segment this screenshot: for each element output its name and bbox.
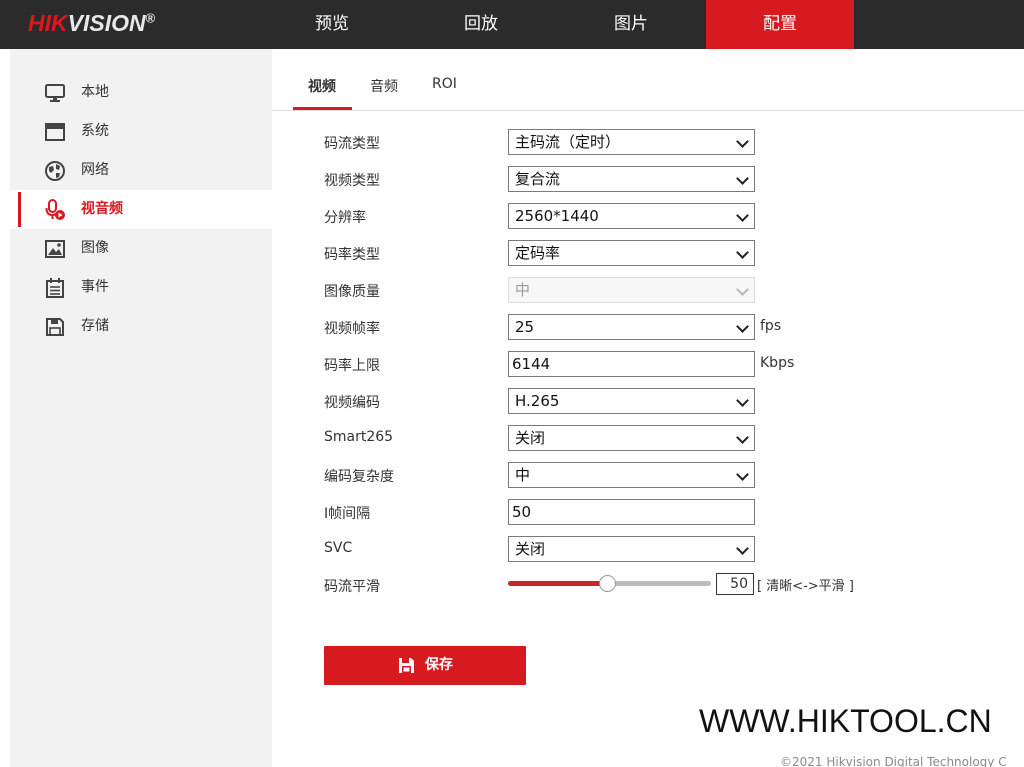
video-encoding-select[interactable]: H.265 [508, 388, 755, 414]
active-tab-indicator [293, 107, 352, 110]
smoothing-label: 码流平滑 [324, 579, 380, 595]
image-quality-label: 图像质量 [324, 284, 380, 300]
smoothing-hint: [ 清晰<->平滑 ] [757, 579, 854, 594]
sidebar-item-label: 存储 [81, 318, 109, 334]
image-quality-select: 中 [508, 277, 755, 303]
sidebar: 本地 系统 网络 视音频 图像 事件 存储 [10, 49, 272, 767]
encoding-complexity-select[interactable]: 中 [508, 462, 755, 488]
smart265-label: Smart265 [324, 429, 394, 445]
resolution-select[interactable]: 2560*1440 [508, 203, 755, 229]
bitrate-type-label: 码率类型 [324, 247, 380, 263]
globe-icon [45, 161, 65, 181]
sidebar-item-label: 事件 [81, 279, 109, 295]
monitor-icon [45, 84, 65, 102]
smoothing-value-input[interactable]: 50 [716, 573, 754, 595]
bitrate-type-select[interactable]: 定码率 [508, 240, 755, 266]
sidebar-item-label: 系统 [81, 123, 109, 139]
video-type-label: 视频类型 [324, 173, 380, 189]
copyright-text: ©2021 Hikvision Digital Technology C [780, 755, 1007, 767]
nav-tab-playback[interactable]: 回放 [407, 0, 555, 49]
video-type-select[interactable]: 复合流 [508, 166, 755, 192]
save-button-label: 保存 [425, 657, 453, 673]
sidebar-item-network[interactable]: 网络 [10, 151, 272, 190]
i-frame-interval-input[interactable]: 50 [508, 499, 755, 525]
sidebar-item-video-audio[interactable]: 视音频 [10, 190, 272, 229]
smart265-select[interactable]: 关闭 [508, 425, 755, 451]
sidebar-item-local[interactable]: 本地 [10, 73, 272, 112]
sidebar-item-image[interactable]: 图像 [10, 229, 272, 268]
stream-type-select[interactable]: 主码流（定时） [508, 129, 755, 155]
tab-audio[interactable]: 音频 [370, 76, 398, 96]
save-button[interactable]: 保存 [324, 646, 526, 685]
image-icon [45, 240, 65, 258]
svc-label: SVC [324, 540, 353, 556]
window-icon [45, 123, 65, 141]
logo-registered-mark: ® [145, 10, 156, 26]
microphone-icon [45, 199, 65, 220]
sidebar-item-storage[interactable]: 存储 [10, 307, 272, 346]
nav-tab-picture[interactable]: 图片 [557, 0, 705, 49]
save-icon [46, 318, 64, 336]
tab-video[interactable]: 视频 [308, 76, 336, 96]
encoding-complexity-label: 编码复杂度 [324, 469, 394, 485]
i-frame-interval-label: I帧间隔 [324, 506, 371, 522]
frame-rate-unit: fps [760, 318, 782, 334]
nav-tab-preview[interactable]: 预览 [258, 0, 406, 49]
video-encoding-label: 视频编码 [324, 395, 380, 411]
frame-rate-label: 视频帧率 [324, 321, 380, 337]
logo-text-vision: VISION [67, 10, 146, 36]
max-bitrate-unit: Kbps [760, 355, 795, 371]
max-bitrate-label: 码率上限 [324, 358, 380, 374]
top-navigation-bar: HIKVISION® 预览 回放 图片 配置 [0, 0, 1024, 49]
resolution-label: 分辨率 [324, 210, 366, 226]
left-gutter [0, 49, 10, 767]
save-icon [399, 658, 414, 673]
hikvision-logo: HIKVISION® [28, 10, 155, 37]
sidebar-item-system[interactable]: 系统 [10, 112, 272, 151]
smoothing-slider[interactable] [508, 575, 711, 592]
frame-rate-select[interactable]: 25 [508, 314, 755, 340]
calendar-icon [46, 278, 64, 298]
sidebar-item-label: 网络 [81, 162, 109, 178]
sidebar-item-label: 本地 [81, 84, 109, 100]
watermark-text: WWW.HIKTOOL.CN [699, 703, 992, 739]
sidebar-item-label: 视音频 [81, 201, 123, 217]
smoothing-slider-fill [508, 581, 608, 586]
sidebar-item-label: 图像 [81, 240, 109, 256]
logo-text-hik: HIK [28, 10, 68, 36]
sidebar-item-event[interactable]: 事件 [10, 268, 272, 307]
svc-select[interactable]: 关闭 [508, 536, 755, 562]
sub-tab-bar: 视频 音频 ROI [272, 49, 1024, 111]
max-bitrate-input[interactable]: 6144 [508, 351, 755, 377]
stream-type-label: 码流类型 [324, 136, 380, 152]
nav-tab-configuration[interactable]: 配置 [706, 0, 854, 49]
tab-roi[interactable]: ROI [432, 76, 457, 92]
smoothing-slider-handle[interactable] [598, 575, 616, 592]
